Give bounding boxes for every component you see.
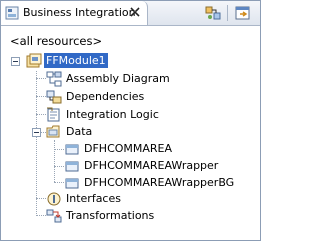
data-item-label: DFHCOMMAREAWrapperBG: [84, 176, 235, 189]
transformations-icon: [46, 209, 62, 223]
tree-node-assembly-diagram[interactable]: Assembly Diagram: [1, 70, 256, 88]
tree-node-data-item[interactable]: DFHCOMMAREA: [1, 140, 256, 158]
module-icon: [26, 53, 42, 68]
tree-node-data-item[interactable]: DFHCOMMAREAWrapper: [1, 157, 256, 175]
close-icon[interactable]: [128, 5, 142, 19]
assembly-diagram-icon: [46, 71, 62, 87]
data-item-label: DFHCOMMAREAWrapper: [84, 159, 219, 172]
data-label: Data: [66, 125, 93, 138]
transformations-label: Transformations: [66, 209, 155, 222]
business-object-icon: [65, 161, 79, 172]
scope-label[interactable]: <all resources>: [10, 34, 102, 48]
tree-node-data[interactable]: Data: [1, 123, 256, 141]
business-object-icon: [65, 144, 79, 155]
integration-logic-label: Integration Logic: [66, 108, 159, 121]
business-integration-view: Business Integration <all resources> FFM…: [0, 0, 261, 241]
collapse-toggle[interactable]: [11, 57, 20, 66]
business-integration-icon: [5, 6, 19, 20]
tree-node-transformations[interactable]: Transformations: [1, 207, 256, 225]
module-label: FFModule1: [44, 53, 108, 68]
interfaces-icon: [47, 192, 61, 206]
tab-title: Business Integration: [23, 6, 136, 19]
collapse-toggle[interactable]: [32, 128, 41, 137]
link-with-editor-icon[interactable]: [204, 4, 222, 22]
tree-node-dependencies[interactable]: Dependencies: [1, 88, 256, 106]
business-object-icon: [65, 178, 79, 189]
integration-logic-icon: [47, 107, 60, 122]
tree-node-interfaces[interactable]: Interfaces: [1, 190, 256, 208]
interfaces-label: Interfaces: [66, 192, 121, 205]
data-folder-icon: [46, 125, 60, 138]
view-titlebar: Business Integration: [1, 1, 260, 26]
view-menu-icon[interactable]: [234, 4, 252, 22]
data-item-label: DFHCOMMAREA: [84, 142, 173, 155]
dependencies-label: Dependencies: [66, 90, 145, 103]
toolbar-separator: [227, 5, 228, 21]
business-integration-tab[interactable]: Business Integration: [1, 1, 148, 25]
dependencies-icon: [46, 90, 62, 104]
assembly-diagram-label: Assembly Diagram: [66, 72, 170, 85]
tree-node-integration-logic[interactable]: Integration Logic: [1, 106, 256, 124]
tree-node-module[interactable]: FFModule1: [1, 52, 256, 70]
